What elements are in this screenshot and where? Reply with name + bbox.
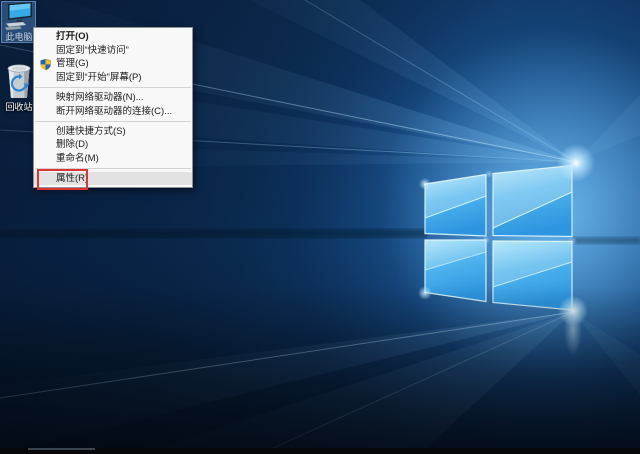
menu-item-label: 重命名(M) bbox=[56, 152, 99, 164]
recycle-bin-icon bbox=[7, 64, 31, 98]
menu-separator bbox=[35, 168, 191, 170]
menu-item-label: 管理(G) bbox=[56, 58, 89, 70]
menu-item-label: 映射网络驱动器(N)... bbox=[56, 91, 144, 103]
menu-item-manage[interactable]: 管理(G) bbox=[34, 57, 192, 71]
menu-item-label: 删除(D) bbox=[56, 139, 89, 151]
menu-item-open[interactable]: 打开(O) bbox=[34, 30, 192, 44]
menu-item-delete[interactable]: 删除(D) bbox=[34, 138, 192, 152]
menu-separator bbox=[35, 87, 191, 89]
menu-item-create-shortcut[interactable]: 创建快捷方式(S) bbox=[34, 125, 192, 139]
menu-separator bbox=[35, 120, 191, 122]
menu-item-label: 属性(R) bbox=[56, 172, 89, 184]
desktop-icon-recycle-bin[interactable]: 回收站 bbox=[1, 61, 37, 112]
desktop-icon-this-pc[interactable]: 此电脑 bbox=[1, 1, 37, 43]
menu-item-properties[interactable]: 属性(R) bbox=[34, 169, 192, 191]
menu-item-pin-to-quick-access[interactable]: 固定到“快速访问” bbox=[34, 44, 192, 58]
desktop[interactable]: 此电脑 回收站 打开(O) 固定到“快速访问” 管理(G) 固定到“开始”屏幕(P) 映… bbox=[0, 0, 640, 454]
uac-shield-icon bbox=[40, 58, 51, 71]
menu-item-pin-to-start[interactable]: 固定到“开始”屏幕(P) bbox=[34, 71, 192, 85]
menu-item-disconnect-network-drive[interactable]: 断开网络驱动器的连接(C)... bbox=[34, 105, 192, 119]
this-pc-icon bbox=[5, 2, 32, 30]
menu-item-label: 打开(O) bbox=[56, 31, 89, 42]
bottom-edge-segment bbox=[28, 448, 95, 450]
menu-item-label: 创建快捷方式(S) bbox=[56, 125, 126, 137]
menu-item-label: 固定到“快速访问” bbox=[56, 44, 129, 56]
menu-item-label: 固定到“开始”屏幕(P) bbox=[56, 72, 142, 84]
menu-item-label: 断开网络驱动器的连接(C)... bbox=[56, 105, 173, 117]
menu-item-map-network-drive[interactable]: 映射网络驱动器(N)... bbox=[34, 91, 192, 105]
icon-label: 回收站 bbox=[5, 102, 33, 112]
context-menu: 打开(O) 固定到“快速访问” 管理(G) 固定到“开始”屏幕(P) 映射网络驱动器(N… bbox=[33, 27, 193, 191]
bottom-edge-strip bbox=[0, 448, 640, 454]
menu-item-rename[interactable]: 重命名(M) bbox=[34, 152, 192, 166]
